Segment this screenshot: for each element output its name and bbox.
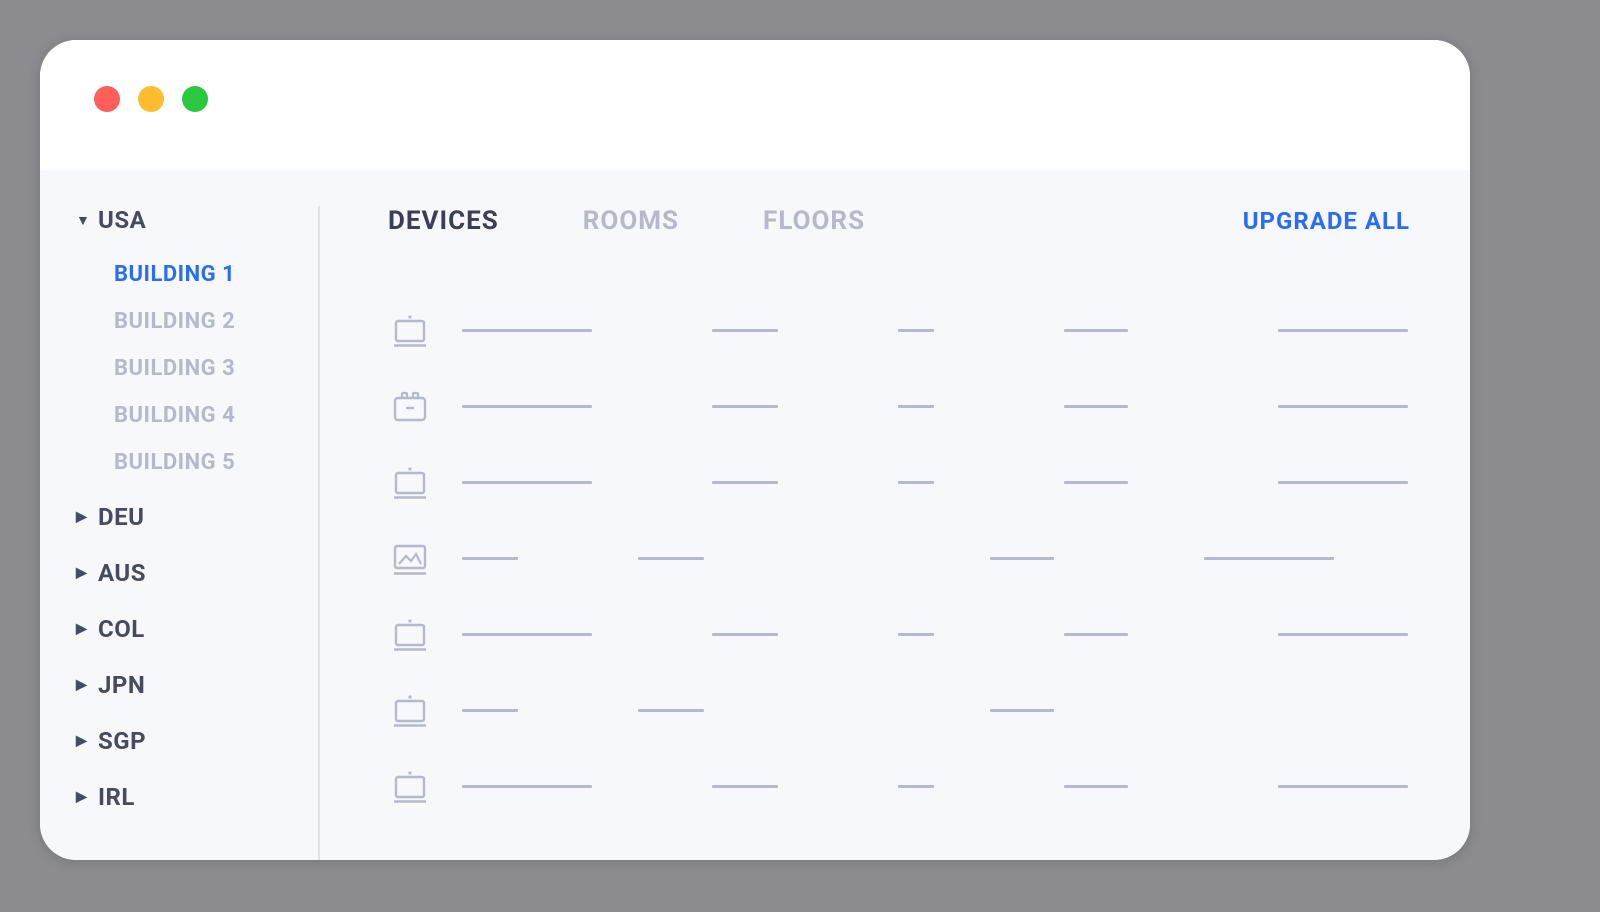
placeholder-line: [1278, 405, 1408, 408]
placeholder-line: [462, 709, 518, 712]
chevron-right-icon: ▶: [76, 509, 88, 525]
building-item[interactable]: BUILDING 5: [114, 450, 298, 475]
close-icon[interactable]: [94, 86, 120, 112]
region-item-sgp[interactable]: ▶ SGP: [76, 727, 298, 755]
placeholder-line: [1064, 785, 1128, 788]
device-row[interactable]: [388, 444, 1410, 520]
device-icon-holder: [388, 690, 432, 730]
content-area: ▼USABUILDING 1BUILDING 2BUILDING 3BUILDI…: [40, 170, 1470, 860]
device-icon-holder: [388, 386, 432, 426]
placeholder-line: [462, 633, 592, 636]
placeholder-line: [1064, 633, 1128, 636]
chevron-right-icon: ▶: [76, 621, 88, 637]
device-icon-holder: [388, 462, 432, 502]
placeholder-line: [638, 709, 704, 712]
image-icon: [390, 538, 430, 578]
placeholder-line: [898, 633, 934, 636]
device-icon-holder: [388, 766, 432, 806]
placeholder-line: [462, 785, 592, 788]
tab-floors[interactable]: FLOORS: [763, 206, 865, 236]
device-row[interactable]: [388, 292, 1410, 368]
device-list: [388, 292, 1410, 824]
placeholder-line: [898, 329, 934, 332]
display-icon: [390, 690, 430, 730]
placeholder-line: [1204, 557, 1334, 560]
placeholder-line: [462, 405, 592, 408]
region-item-col[interactable]: ▶ COL: [76, 615, 298, 643]
region-label: IRL: [98, 783, 135, 811]
device-row[interactable]: [388, 748, 1410, 824]
display-icon: [390, 766, 430, 806]
region-label: SGP: [98, 727, 146, 755]
placeholder-line: [462, 481, 592, 484]
tabs-row: DEVICES ROOMS FLOORS UPGRADE ALL: [388, 206, 1410, 236]
placeholder-line: [462, 329, 592, 332]
placeholder-line: [1278, 785, 1408, 788]
region-label: DEU: [98, 503, 144, 531]
chevron-down-icon: ▼: [76, 212, 88, 229]
building-item[interactable]: BUILDING 2: [114, 309, 298, 334]
placeholder-line: [990, 557, 1054, 560]
placeholder-line: [712, 481, 778, 484]
building-item[interactable]: BUILDING 3: [114, 356, 298, 381]
placeholder-line: [1064, 329, 1128, 332]
placeholder-line: [1278, 633, 1408, 636]
building-item[interactable]: BUILDING 1: [114, 262, 298, 287]
device-row[interactable]: [388, 672, 1410, 748]
region-item-deu[interactable]: ▶ DEU: [76, 503, 298, 531]
region-label: AUS: [98, 559, 146, 587]
placeholder-line: [712, 785, 778, 788]
region-label: JPN: [98, 671, 145, 699]
region-item-irl[interactable]: ▶ IRL: [76, 783, 298, 811]
app-window: ▼USABUILDING 1BUILDING 2BUILDING 3BUILDI…: [40, 40, 1470, 860]
tab-rooms[interactable]: ROOMS: [583, 206, 679, 236]
device-row[interactable]: [388, 520, 1410, 596]
placeholder-line: [712, 405, 778, 408]
placeholder-line: [1278, 329, 1408, 332]
tab-devices[interactable]: DEVICES: [388, 206, 499, 236]
region-label: COL: [98, 615, 145, 643]
upgrade-all-button[interactable]: UPGRADE ALL: [1243, 207, 1410, 235]
chevron-right-icon: ▶: [76, 733, 88, 749]
maximize-icon[interactable]: [182, 86, 208, 112]
briefcase-icon: [390, 386, 430, 426]
placeholder-line: [1064, 405, 1128, 408]
region-children: BUILDING 1 BUILDING 2 BUILDING 3 BUILDING 4…: [76, 262, 298, 475]
device-icon-holder: [388, 310, 432, 350]
placeholder-line: [1064, 481, 1128, 484]
placeholder-line: [462, 557, 518, 560]
chevron-right-icon: ▶: [76, 565, 88, 581]
device-row[interactable]: [388, 596, 1410, 672]
placeholder-line: [898, 785, 934, 788]
main-panel: DEVICES ROOMS FLOORS UPGRADE ALL: [320, 206, 1470, 860]
placeholder-line: [712, 329, 778, 332]
region-item-usa[interactable]: ▼ USA: [76, 206, 298, 234]
chevron-right-icon: ▶: [76, 677, 88, 693]
chevron-right-icon: ▶: [76, 789, 88, 805]
building-item[interactable]: BUILDING 4: [114, 403, 298, 428]
device-icon-holder: [388, 538, 432, 578]
device-row[interactable]: [388, 368, 1410, 444]
display-icon: [390, 310, 430, 350]
placeholder-line: [898, 481, 934, 484]
placeholder-line: [712, 633, 778, 636]
device-icon-holder: [388, 614, 432, 654]
region-label: USA: [98, 206, 146, 234]
minimize-icon[interactable]: [138, 86, 164, 112]
region-item-aus[interactable]: ▶ AUS: [76, 559, 298, 587]
placeholder-line: [1278, 481, 1408, 484]
placeholder-line: [898, 405, 934, 408]
display-icon: [390, 462, 430, 502]
region-item-jpn[interactable]: ▶ JPN: [76, 671, 298, 699]
placeholder-line: [638, 557, 704, 560]
placeholder-line: [990, 709, 1054, 712]
titlebar: [40, 40, 1470, 170]
sidebar: ▼USABUILDING 1BUILDING 2BUILDING 3BUILDI…: [40, 206, 320, 860]
display-icon: [390, 614, 430, 654]
